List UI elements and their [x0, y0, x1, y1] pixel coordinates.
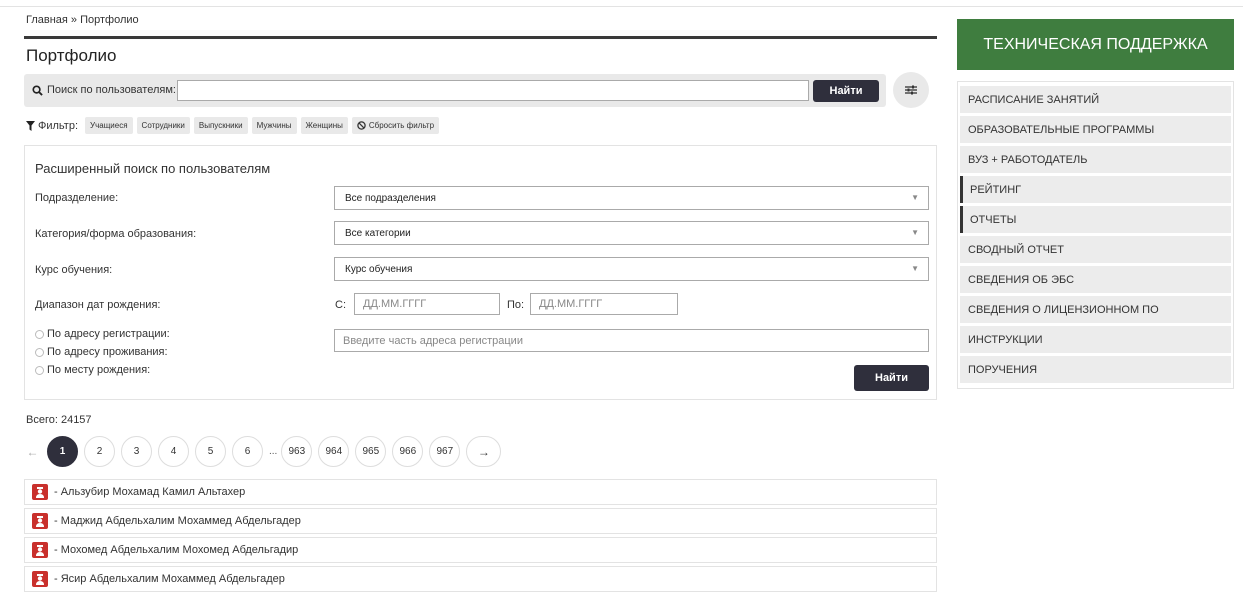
filter-chip-graduates[interactable]: Выпускники — [193, 117, 248, 134]
division-label: Подразделение: — [35, 192, 119, 204]
radio-registration-address[interactable]: По адресу регистрации: — [35, 328, 170, 340]
filter-chip-students[interactable]: Учащиеся — [85, 117, 133, 134]
page-button[interactable]: 964 — [318, 436, 350, 467]
filter-chip-men[interactable]: Мужчины — [251, 117, 297, 134]
page-button[interactable]: 3 — [121, 436, 152, 467]
chevron-down-icon: ▼ — [911, 228, 919, 237]
sidebar-item-assignments[interactable]: ПОРУЧЕНИЯ — [960, 356, 1231, 383]
radio-residence-address[interactable]: По адресу проживания: — [35, 346, 168, 358]
student-icon — [32, 484, 48, 500]
user-row[interactable]: - Мохомед Абдельхалим Мохомед Абдельгади… — [24, 537, 937, 563]
search-button[interactable]: Найти — [813, 80, 879, 102]
birth-range-label: Диапазон дат рождения: — [35, 299, 161, 311]
title-bar — [24, 36, 937, 39]
user-search-bar: Поиск по пользователям: Найти — [24, 74, 886, 107]
category-label: Категория/форма образования: — [35, 228, 197, 240]
student-icon — [32, 542, 48, 558]
advanced-search-button[interactable]: Найти — [854, 365, 929, 391]
user-name: - Ясир Абдельхалим Мохаммед Абдельгадер — [54, 573, 285, 585]
course-label: Курс обучения: — [35, 264, 113, 276]
breadcrumb-current: Портфолио — [80, 14, 139, 26]
breadcrumb: Главная » Портфолио — [26, 14, 139, 26]
page-button[interactable]: 967 — [429, 436, 461, 467]
pagination: ← 1 2 3 4 5 6 ... 963 964 965 966 967 → — [24, 436, 502, 467]
filter-label-text: Фильтр: — [38, 119, 79, 132]
sidebar-item-ebs-info[interactable]: СВЕДЕНИЯ ОБ ЭБС — [960, 266, 1231, 293]
sidebar-item-schedule[interactable]: РАСПИСАНИЕ ЗАНЯТИЙ — [960, 86, 1231, 113]
sidebar-item-programs[interactable]: ОБРАЗОВАТЕЛЬНЫЕ ПРОГРАММЫ — [960, 116, 1231, 143]
page-button[interactable]: 2 — [84, 436, 115, 467]
tech-support-button[interactable]: ТЕХНИЧЕСКАЯ ПОДДЕРЖКА — [957, 19, 1234, 70]
sidebar-item-reports[interactable]: ОТЧЕТЫ — [960, 206, 1231, 233]
page-button[interactable]: 966 — [392, 436, 424, 467]
user-row[interactable]: - Ясир Абдельхалим Мохаммед Абдельгадер — [24, 566, 937, 592]
breadcrumb-home-link[interactable]: Главная — [26, 14, 68, 26]
reset-filter-label: Сбросить фильтр — [368, 121, 435, 130]
user-name: - Маджид Абдельхалим Мохаммед Абдельгаде… — [54, 515, 301, 527]
user-search-input[interactable] — [177, 80, 809, 101]
filter-chip-women[interactable]: Женщины — [300, 117, 348, 134]
address-input[interactable] — [334, 329, 929, 352]
radio-label: По адресу проживания: — [47, 346, 168, 358]
course-select[interactable]: Курс обучения ▼ — [334, 257, 929, 281]
page-button[interactable]: 963 — [281, 436, 313, 467]
category-select-value: Все категории — [345, 228, 411, 239]
funnel-icon — [26, 120, 35, 131]
advanced-search-title: Расширенный поиск по пользователям — [35, 161, 271, 176]
birth-from-label: С: — [335, 299, 346, 311]
total-count: Всего: 24157 — [26, 414, 92, 426]
page-button[interactable]: 965 — [355, 436, 387, 467]
user-row[interactable]: - Маджид Абдельхалим Мохаммед Абдельгаде… — [24, 508, 937, 534]
user-row[interactable]: - Альзубир Мохамад Камил Альтахер — [24, 479, 937, 505]
page-title: Портфолио — [26, 46, 117, 65]
birth-to-label: По: — [507, 299, 525, 311]
division-select-value: Все подразделения — [345, 193, 436, 204]
page-button[interactable]: 6 — [232, 436, 263, 467]
filter-label: Фильтр: — [26, 120, 78, 132]
search-label-text: Поиск по пользователям: — [47, 84, 176, 96]
reset-filter-button[interactable]: Сбросить фильтр — [351, 117, 440, 134]
filter-row: Фильтр: Учащиеся Сотрудники Выпускники М… — [26, 117, 443, 134]
top-divider — [0, 6, 1243, 7]
radio-label: По месту рождения: — [47, 364, 151, 376]
pagination-ellipsis: ... — [269, 446, 278, 457]
course-select-value: Курс обучения — [345, 264, 413, 275]
search-label: Поиск по пользователям: — [32, 84, 176, 96]
birth-to-input[interactable] — [530, 293, 678, 315]
category-select[interactable]: Все категории ▼ — [334, 221, 929, 245]
student-icon — [32, 571, 48, 587]
radio-birth-place[interactable]: По месту рождения: — [35, 364, 150, 376]
chevron-down-icon: ▼ — [911, 264, 919, 273]
page-button[interactable]: 4 — [158, 436, 189, 467]
user-name: - Альзубир Мохамад Камил Альтахер — [54, 486, 246, 498]
sidebar-item-licensed-software[interactable]: СВЕДЕНИЯ О ЛИЦЕНЗИОННОМ ПО — [960, 296, 1231, 323]
next-page-button[interactable]: → — [466, 436, 502, 467]
radio-circle — [35, 329, 44, 339]
sidebar-item-university-employer[interactable]: ВУЗ + РАБОТОДАТЕЛЬ — [960, 146, 1231, 173]
radio-label: По адресу регистрации: — [47, 328, 170, 340]
radio-circle — [35, 365, 44, 375]
sidebar-item-summary-report[interactable]: СВОДНЫЙ ОТЧЕТ — [960, 236, 1231, 263]
sidebar-item-instructions[interactable]: ИНСТРУКЦИИ — [960, 326, 1231, 353]
chevron-down-icon: ▼ — [911, 193, 919, 202]
division-select[interactable]: Все подразделения ▼ — [334, 186, 929, 210]
page-button[interactable]: 5 — [195, 436, 226, 467]
search-icon — [32, 84, 43, 96]
user-name: - Мохомед Абдельхалим Мохомед Абдельгади… — [54, 544, 299, 556]
student-icon — [32, 513, 48, 529]
radio-circle — [35, 347, 44, 357]
prev-page-button[interactable]: ← — [24, 445, 41, 459]
filter-chip-staff[interactable]: Сотрудники — [136, 117, 190, 134]
sidebar-item-rating[interactable]: РЕЙТИНГ — [960, 176, 1231, 203]
advanced-search-panel: Расширенный поиск по пользователям Подра… — [24, 145, 937, 400]
breadcrumb-separator: » — [67, 14, 81, 26]
birth-from-input[interactable] — [354, 293, 500, 315]
user-list: - Альзубир Мохамад Камил Альтахер - Мадж… — [24, 479, 937, 592]
sliders-icon — [905, 85, 917, 95]
ban-icon — [357, 121, 366, 130]
advanced-search-toggle[interactable] — [893, 72, 929, 108]
sidebar-menu: РАСПИСАНИЕ ЗАНЯТИЙ ОБРАЗОВАТЕЛЬНЫЕ ПРОГР… — [957, 81, 1234, 389]
page-button[interactable]: 1 — [47, 436, 78, 467]
